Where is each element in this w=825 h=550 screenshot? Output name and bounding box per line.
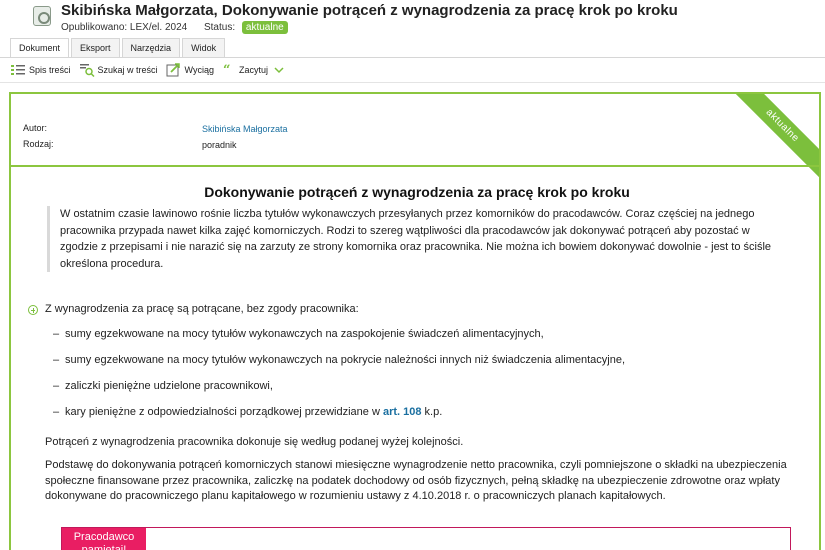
section-divider bbox=[11, 165, 819, 167]
list-item: kary pieniężne z odpowiedzialności porzą… bbox=[53, 406, 793, 432]
chevron-down-icon[interactable] bbox=[274, 66, 284, 74]
tab-eksport[interactable]: Eksport bbox=[71, 38, 120, 57]
author-label: Autor: bbox=[23, 123, 48, 133]
toc-button[interactable]: Spis treści bbox=[10, 63, 71, 77]
tab-widok[interactable]: Widok bbox=[182, 38, 226, 57]
toc-icon bbox=[11, 65, 25, 75]
document-icon bbox=[33, 6, 51, 26]
status-badge: aktualne bbox=[241, 21, 288, 34]
document-header: Skibińska Małgorzata, Dokonywanie potrąc… bbox=[0, 0, 825, 37]
paragraph-order: Potrąceń z wynagrodzenia pracownika doko… bbox=[45, 436, 464, 448]
document-meta: Opublikowano: LEX/el. 2024 Status: aktua… bbox=[61, 21, 288, 34]
tabs-divider bbox=[0, 57, 825, 58]
published-info: Opublikowano: LEX/el. 2024 bbox=[61, 22, 188, 33]
list-item: zaliczki pieniężne udzielone pracownikow… bbox=[53, 380, 793, 406]
type-value: poradnik bbox=[202, 140, 237, 150]
employer-note-box: Pracodawco pamiętaj! bbox=[61, 527, 791, 550]
ribbon-tabs: Dokument Eksport Narzędzia Widok bbox=[10, 38, 227, 58]
search-icon bbox=[79, 64, 95, 77]
toolbar: Spis treści Szukaj w treści Wyciąg “ Zac… bbox=[10, 60, 295, 80]
paragraph-basis: Podstawę do dokonywania potrąceń komorni… bbox=[45, 459, 787, 502]
toolbar-divider bbox=[0, 82, 825, 83]
quote-label: Zacytuj bbox=[238, 65, 268, 75]
article-title: Dokonywanie potrąceń z wynagrodzenia za … bbox=[204, 184, 630, 200]
toc-label: Spis treści bbox=[29, 65, 71, 75]
quote-icon: “ bbox=[223, 63, 230, 77]
author-link[interactable]: Skibińska Małgorzata bbox=[202, 124, 288, 134]
list-item: sumy egzekwowane na mocy tytułów wykonaw… bbox=[53, 354, 793, 380]
type-label: Rodzaj: bbox=[23, 139, 54, 149]
extract-icon bbox=[166, 63, 180, 77]
status-ribbon: aktualne bbox=[721, 94, 819, 187]
list-item: sumy egzekwowane na mocy tytułów wykonaw… bbox=[53, 328, 793, 354]
article-108-link[interactable]: art. 108 bbox=[383, 406, 422, 418]
svg-text:“: “ bbox=[223, 63, 230, 77]
status-label: Status: bbox=[203, 22, 236, 33]
extract-button[interactable]: Wyciąg bbox=[166, 63, 214, 77]
tab-dokument[interactable]: Dokument bbox=[10, 38, 70, 58]
list-item-text: kary pieniężne z odpowiedzialności porzą… bbox=[65, 406, 383, 418]
quote-button[interactable]: “ Zacytuj bbox=[222, 63, 287, 77]
document-content: aktualne Autor: Skibińska Małgorzata Rod… bbox=[9, 92, 821, 550]
document-title: Skibińska Małgorzata, Dokonywanie potrąc… bbox=[61, 2, 678, 19]
list-intro: Z wynagrodzenia za pracę są potrącane, b… bbox=[45, 303, 359, 315]
search-label: Szukaj w treści bbox=[97, 65, 158, 75]
list-item-suffix: k.p. bbox=[421, 406, 443, 418]
search-in-content-button[interactable]: Szukaj w treści bbox=[79, 63, 158, 77]
tab-narzedzia[interactable]: Narzędzia bbox=[121, 38, 181, 57]
deductions-list: sumy egzekwowane na mocy tytułów wykonaw… bbox=[53, 328, 793, 432]
article-lead: W ostatnim czasie lawinowo rośnie liczba… bbox=[47, 206, 789, 272]
expand-plus-icon[interactable] bbox=[28, 305, 38, 315]
extract-label: Wyciąg bbox=[184, 65, 214, 75]
employer-note-label: Pracodawco pamiętaj! bbox=[62, 528, 146, 550]
